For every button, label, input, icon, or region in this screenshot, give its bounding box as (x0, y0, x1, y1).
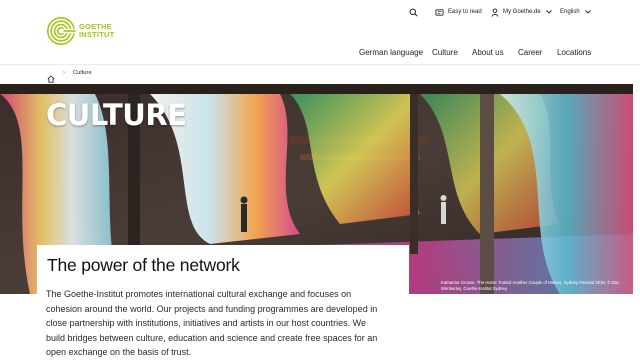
nav-about-us[interactable]: About us (472, 48, 504, 58)
search-button[interactable] (409, 7, 418, 17)
home-icon (47, 75, 55, 83)
easy-to-read-label: Easy to read (448, 9, 482, 15)
goethe-logo[interactable]: GOETHE INSTITUT (46, 16, 114, 46)
logo-text-line-2: INSTITUT (79, 30, 115, 39)
hero-image-caption: Katharina Grosse, The Horse Trotted Anot… (441, 280, 619, 291)
nav-career[interactable]: Career (518, 48, 542, 58)
intro-paragraph: The Goethe-Institut promotes internation… (46, 289, 378, 357)
nav-german-language[interactable]: German language (359, 48, 423, 58)
section-title: The power of the network (47, 255, 240, 275)
easy-to-read-link[interactable]: Easy to read (435, 7, 482, 17)
chevron-down-icon (545, 10, 552, 14)
user-icon (491, 7, 499, 17)
language-selector[interactable]: English (560, 7, 591, 17)
chevron-down-icon (584, 10, 591, 14)
my-goethe-menu[interactable]: My Goethe.de (491, 7, 552, 17)
page-title: CULTURE (46, 98, 187, 132)
nav-locations[interactable]: Locations (557, 48, 591, 58)
search-icon (409, 8, 418, 16)
goethe-logo-mark-icon (47, 17, 76, 45)
header-divider (0, 64, 640, 65)
logo-text: GOETHE INSTITUT (79, 22, 115, 40)
language-label: English (560, 9, 580, 15)
easy-read-icon (435, 8, 444, 16)
my-goethe-label: My Goethe.de (503, 9, 541, 15)
breadcrumb-current: Culture (73, 70, 92, 76)
breadcrumb-separator: › (63, 70, 65, 76)
nav-culture[interactable]: Culture (432, 48, 458, 58)
